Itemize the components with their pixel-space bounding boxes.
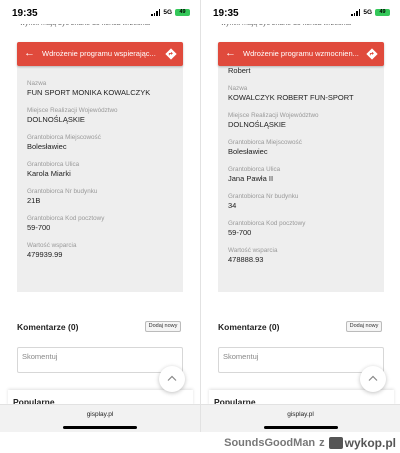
field-label-voivodeship: Miejsce Realizacji Województwo: [27, 107, 118, 114]
comments-title: Komentarze (0): [218, 322, 280, 332]
details-card: Nazwa FUN SPORT MONIKA KOWALCZYK Miejsce…: [17, 60, 183, 292]
screenshot-left: 19:35 5G 49 wyniki mają być znane do koń…: [0, 0, 200, 432]
field-value-city: Bolesławiec: [27, 142, 67, 151]
comment-input[interactable]: Skomentuj: [218, 347, 384, 373]
field-label-grant-value: Wartość wsparcia: [228, 247, 278, 254]
directions-icon[interactable]: [366, 48, 378, 60]
status-icons: 5G 49: [151, 9, 190, 16]
browser-bottom-bar: gisplay.pl: [201, 404, 400, 432]
add-comment-button[interactable]: Dodaj nowy: [145, 321, 181, 332]
field-label-postcode: Grantobiorca Kod pocztowy: [228, 220, 306, 227]
field-label-name: Nazwa: [228, 85, 248, 92]
wykop-logo-text: wykop.pl: [344, 435, 396, 450]
scroll-to-top-button[interactable]: [360, 366, 386, 392]
battery-icon: 49: [375, 9, 390, 16]
url-label[interactable]: gisplay.pl: [0, 411, 200, 418]
status-time: 19:35: [213, 8, 239, 19]
url-label[interactable]: gisplay.pl: [201, 411, 400, 418]
field-label-city: Grantobiorca Miejscowość: [27, 134, 101, 141]
field-label-street: Grantobiorca Ulica: [27, 161, 80, 168]
app-bar: ← Wdrożenie programu wzmocnien...: [218, 42, 384, 66]
comments-header: Komentarze (0) Dodaj nowy: [17, 321, 183, 335]
field-label-building: Grantobiorca Nr budynku: [27, 188, 98, 195]
field-value-postcode: 59-700: [228, 228, 252, 237]
status-icons: 5G 49: [351, 9, 390, 16]
field-value-first-name: Robert: [228, 66, 251, 75]
field-value-street: Jana Pawła II: [228, 174, 274, 183]
wykop-logo: wykop.pl: [328, 435, 396, 450]
field-label-city: Grantobiorca Miejscowość: [228, 139, 302, 146]
chevron-up-icon: [167, 375, 177, 381]
wykop-logo-icon: [328, 436, 343, 449]
signal-icon: [151, 9, 161, 16]
field-value-voivodeship: DOLNOŚLĄSKIE: [228, 120, 286, 129]
status-bar: 19:35 5G 49: [0, 0, 200, 24]
screenshot-right: 19:35 5G 49 wyniki mają być znane do koń…: [200, 0, 400, 432]
app-bar-title: Wdrożenie programu wspierając...: [42, 49, 156, 58]
field-value-voivodeship: DOLNOŚLĄSKIE: [27, 115, 85, 124]
battery-icon: 49: [175, 9, 190, 16]
network-type: 5G: [363, 9, 372, 16]
back-arrow-icon[interactable]: ←: [225, 47, 236, 60]
scroll-to-top-button[interactable]: [159, 366, 185, 392]
field-value-postcode: 59-700: [27, 223, 51, 232]
watermark: SoundsGoodMan z wykop.pl: [224, 432, 396, 453]
network-type: 5G: [163, 9, 172, 16]
field-label-street: Grantobiorca Ulica: [228, 166, 281, 173]
watermark-separator: z: [319, 436, 325, 449]
status-time: 19:35: [12, 8, 38, 19]
browser-bottom-bar: gisplay.pl: [0, 404, 200, 432]
comment-input[interactable]: Skomentuj: [17, 347, 183, 373]
field-label-grant-value: Wartość wsparcia: [27, 242, 77, 249]
comments-header: Komentarze (0) Dodaj nowy: [218, 321, 384, 335]
field-value-grant-value: 478888.93: [228, 255, 264, 264]
app-bar: ← Wdrożenie programu wspierając...: [17, 42, 183, 66]
comments-title: Komentarze (0): [17, 322, 79, 332]
details-card: Robert Nazwa KOWALCZYK ROBERT FUN-SPORT …: [218, 60, 384, 292]
back-arrow-icon[interactable]: ←: [24, 47, 35, 60]
chevron-up-icon: [368, 375, 378, 381]
app-bar-title: Wdrożenie programu wzmocnien...: [243, 49, 359, 58]
field-label-voivodeship: Miejsce Realizacji Województwo: [228, 112, 319, 119]
watermark-author: SoundsGoodMan: [224, 436, 316, 449]
directions-icon[interactable]: [165, 48, 177, 60]
status-bar: 19:35 5G 49: [201, 0, 400, 24]
field-value-building: 21B: [27, 196, 41, 205]
field-label-postcode: Grantobiorca Kod pocztowy: [27, 215, 105, 222]
field-value-grant-value: 479939.99: [27, 250, 63, 259]
field-value-street: Karola Miarki: [27, 169, 71, 178]
field-value-building: 34: [228, 201, 237, 210]
field-value-name: FUN SPORT MONIKA KOWALCZYK: [27, 88, 151, 97]
signal-icon: [351, 9, 361, 16]
field-label-building: Grantobiorca Nr budynku: [228, 193, 299, 200]
field-value-city: Bolesławiec: [228, 147, 268, 156]
home-indicator[interactable]: [63, 426, 137, 429]
field-label-name: Nazwa: [27, 80, 47, 87]
field-value-name: KOWALCZYK ROBERT FUN-SPORT: [228, 93, 354, 102]
add-comment-button[interactable]: Dodaj nowy: [346, 321, 382, 332]
home-indicator[interactable]: [264, 426, 338, 429]
